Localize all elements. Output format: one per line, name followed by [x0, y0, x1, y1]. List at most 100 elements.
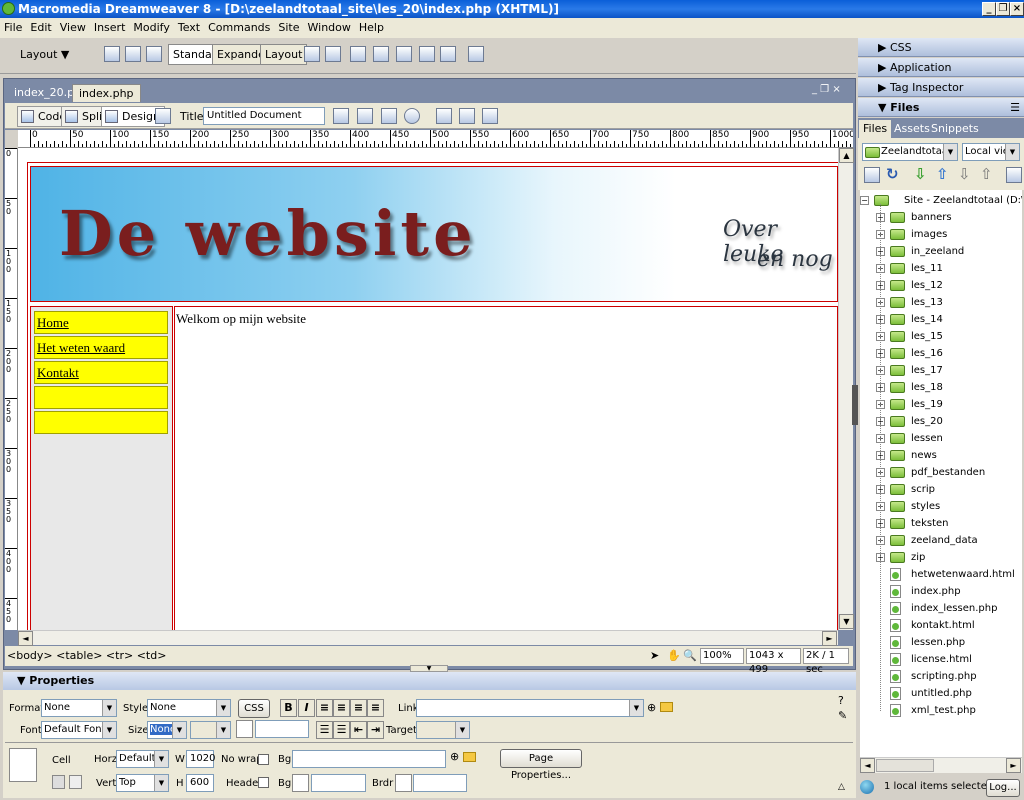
panel-options-icon[interactable]: ☰ [1010, 98, 1020, 117]
tree-folder[interactable]: + les_17 [860, 362, 1022, 379]
tree-folder[interactable]: + news [860, 447, 1022, 464]
tree-folder[interactable]: + in_zeeland [860, 243, 1022, 260]
menu-text[interactable]: Text [178, 21, 200, 34]
tree-folder[interactable]: + pdf_bestanden [860, 464, 1022, 481]
tree-file[interactable]: xml_test.php [860, 702, 1022, 719]
window-size-select[interactable]: 1043 x 499 [746, 648, 801, 675]
outdent-button[interactable]: ⇤ [350, 721, 367, 739]
insert-category-dropdown[interactable]: Layout ▼ [20, 48, 69, 61]
menu-edit[interactable]: Edit [30, 21, 51, 34]
align-left-button[interactable]: ≡ [316, 699, 333, 717]
tab-files[interactable]: Files [859, 120, 892, 138]
document-title-input[interactable]: Untitled Document [203, 107, 325, 125]
css-button[interactable]: CSS [238, 699, 270, 718]
browse-folder-icon-2[interactable] [463, 752, 476, 762]
table-icon[interactable] [104, 46, 120, 62]
zoom-select[interactable]: 100% [700, 648, 744, 664]
frames-icon[interactable] [440, 46, 456, 62]
application-panel-header[interactable]: ▶ Application [858, 58, 1024, 77]
tree-folder[interactable]: + les_13 [860, 294, 1022, 311]
layout-mode-button[interactable]: Layout [260, 44, 308, 65]
width-input[interactable]: 1020 [186, 750, 215, 768]
minimize-button[interactable]: _ [982, 2, 996, 16]
nav-item[interactable]: Het weten waard [34, 336, 168, 359]
menu-site[interactable]: Site [278, 21, 299, 34]
text-color-input[interactable] [255, 720, 309, 738]
zoom-tool-icon[interactable]: 🔍 [683, 646, 697, 666]
tree-root[interactable]: − Site - Zeelandtotaal (D:\zeelandtotaal_… [860, 192, 1022, 209]
quick-tag-editor-icon[interactable]: ✎ [838, 709, 847, 722]
tree-folder[interactable]: + scrip [860, 481, 1022, 498]
tree-file[interactable]: index.php [860, 583, 1022, 600]
get-files-icon[interactable]: ⇩ [914, 165, 927, 183]
files-horizontal-scrollbar[interactable]: ◄ ► [860, 757, 1022, 773]
close-button[interactable]: × [1010, 2, 1024, 16]
italic-button[interactable]: I [298, 699, 315, 717]
tree-folder[interactable]: + les_16 [860, 345, 1022, 362]
collapse-properties-button[interactable]: ▼ [410, 665, 448, 672]
view-select[interactable]: Local view ▼ [962, 143, 1020, 161]
menu-commands[interactable]: Commands [208, 21, 270, 34]
visual-aids-icon[interactable] [482, 108, 498, 124]
height-input[interactable]: 600 [186, 774, 214, 792]
validate-markup-icon[interactable] [333, 108, 349, 124]
horz-select[interactable]: Default ▼ [116, 750, 169, 768]
tree-file[interactable]: index_lessen.php [860, 600, 1022, 617]
design-canvas[interactable]: De website Over leuke en nog Home Het wet… [18, 148, 838, 630]
justify-button[interactable]: ≡ [367, 699, 384, 717]
select-pointer-icon[interactable]: ➤ [650, 646, 659, 666]
tree-folder[interactable]: + teksten [860, 515, 1022, 532]
format-select[interactable]: None ▼ [41, 699, 117, 717]
insert-column-left-icon[interactable] [396, 46, 412, 62]
live-data-icon[interactable] [155, 108, 171, 124]
refresh-files-icon[interactable]: ↻ [886, 165, 899, 183]
menu-window[interactable]: Window [308, 21, 351, 34]
draw-ap-div-icon[interactable] [146, 46, 162, 62]
maximize-button[interactable]: ❐ [996, 2, 1010, 16]
nav-item[interactable]: Kontakt [34, 361, 168, 384]
link-input[interactable]: ▼ [416, 699, 644, 717]
menu-view[interactable]: View [60, 21, 86, 34]
tree-folder[interactable]: + les_19 [860, 396, 1022, 413]
tag-selector[interactable]: <body> <table> <tr> <td> [7, 649, 166, 662]
tree-folder[interactable]: + images [860, 226, 1022, 243]
connect-icon[interactable] [864, 167, 880, 183]
unordered-list-button[interactable]: ☰ [316, 721, 333, 739]
border-color-picker[interactable] [395, 774, 412, 792]
style-select[interactable]: None ▼ [147, 699, 231, 717]
preview-globe-icon[interactable] [404, 108, 420, 124]
tree-folder[interactable]: + les_11 [860, 260, 1022, 277]
tree-folder[interactable]: + styles [860, 498, 1022, 515]
size-select[interactable]: None ▼ [147, 721, 187, 739]
target-select[interactable]: ▼ [416, 721, 470, 739]
vertical-scrollbar[interactable]: ▲ ▼ [838, 148, 854, 630]
insert-row-above-icon[interactable] [350, 46, 366, 62]
layout-cell-icon[interactable] [325, 46, 341, 62]
expand-properties-icon[interactable]: △ [838, 782, 845, 792]
align-right-button[interactable]: ≡ [350, 699, 367, 717]
insert-row-below-icon[interactable] [373, 46, 389, 62]
nowrap-checkbox[interactable] [258, 754, 269, 765]
menu-insert[interactable]: Insert [94, 21, 126, 34]
browser-check-icon[interactable] [357, 108, 373, 124]
bg-color-input[interactable] [311, 774, 366, 792]
file-management-icon[interactable] [381, 108, 397, 124]
horizontal-scrollbar[interactable]: ◄ ► [18, 630, 838, 646]
point-to-file-icon[interactable]: ⊕ [647, 701, 656, 714]
tree-file[interactable]: untitled.php [860, 685, 1022, 702]
bold-button[interactable]: B [280, 699, 297, 717]
tree-folder[interactable]: + les_20 [860, 413, 1022, 430]
refresh-icon[interactable] [436, 108, 452, 124]
insert-div-icon[interactable] [125, 46, 141, 62]
content-cell[interactable] [174, 306, 838, 630]
tree-folder[interactable]: + zeeland_data [860, 532, 1022, 549]
tree-file[interactable]: license.html [860, 651, 1022, 668]
tree-file[interactable]: kontakt.html [860, 617, 1022, 634]
ordered-list-button[interactable]: ☰ [333, 721, 350, 739]
tree-file[interactable]: lessen.php [860, 634, 1022, 651]
header-checkbox[interactable] [258, 777, 269, 788]
tree-folder[interactable]: + les_12 [860, 277, 1022, 294]
menu-modify[interactable]: Modify [133, 21, 169, 34]
view-options-icon[interactable] [459, 108, 475, 124]
tabular-data-icon[interactable] [468, 46, 484, 62]
